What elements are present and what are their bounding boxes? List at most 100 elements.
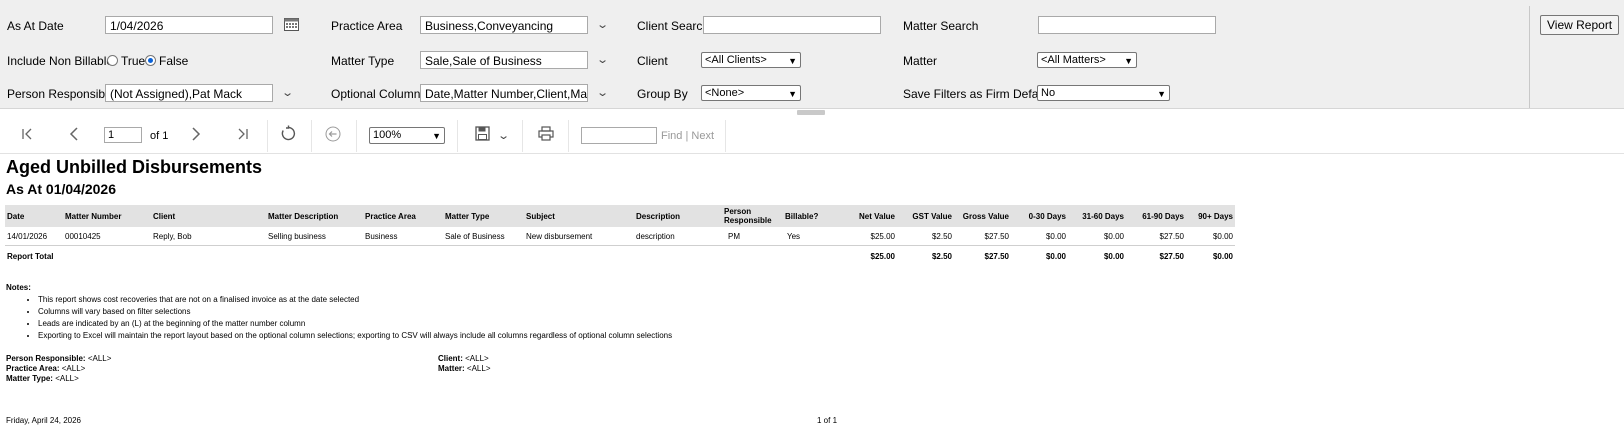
cell-90-plus-days: $0.00 [1212, 231, 1233, 241]
group-by-select[interactable]: <None> ▼ [701, 85, 801, 101]
cell-31-60-days: $0.00 [1103, 231, 1124, 241]
group-by-label: Group By [637, 87, 688, 101]
refresh-icon[interactable] [280, 125, 297, 146]
matter-label: Matter [903, 54, 938, 68]
print-icon[interactable] [538, 126, 554, 145]
cell-client: Reply, Bob [153, 231, 192, 241]
total-61-90-days: $27.50 [1126, 245, 1186, 266]
save-icon[interactable] [475, 126, 490, 145]
matter-select[interactable]: <All Matters> ▼ [1037, 52, 1137, 68]
as-at-date-input[interactable]: 1/04/2026 [105, 16, 273, 34]
col-header: Billable? [783, 205, 841, 227]
practice-area-input[interactable]: Business,Conveyancing [420, 16, 588, 34]
practice-area-chevron-down-icon[interactable]: ⌄ [596, 18, 609, 31]
report-toolbar: 1 of 1 100% ▼ ⌄ Find | Next [0, 117, 1624, 154]
report-footer-page: 1 of 1 [817, 416, 838, 425]
col-header: Net Value [841, 205, 897, 227]
client-search-input[interactable] [703, 16, 881, 34]
toolbar-divider [568, 120, 569, 152]
table-total-row: Report Total $25.00 $2.50 $27.50 $0.00 $… [5, 245, 1235, 266]
save-filters-select[interactable]: No ▼ [1037, 85, 1170, 101]
cell-date: 14/01/2026 [7, 231, 48, 241]
cell-gross-value: $27.50 [984, 231, 1009, 241]
report-table: Date Matter Number Client Matter Descrip… [5, 205, 1235, 266]
first-page-icon[interactable] [21, 127, 35, 145]
client-label: Client [637, 54, 668, 68]
col-header: Matter Number [63, 205, 151, 227]
export-chevron-down-icon[interactable]: ⌄ [497, 129, 510, 142]
col-header: Date [5, 205, 63, 227]
find-separator: | [685, 130, 689, 142]
next-page-icon[interactable] [190, 127, 202, 145]
total-gross-value: $27.50 [954, 245, 1011, 266]
calendar-icon[interactable] [284, 17, 299, 36]
previous-page-icon[interactable] [68, 127, 80, 145]
report-title: Aged Unbilled Disbursements [6, 157, 263, 177]
col-header: Practice Area [363, 205, 443, 227]
filter-panel: As At Date 1/04/2026 Practice Area Busin… [0, 0, 1624, 109]
col-header: GST Value [897, 205, 954, 227]
summary-practice-area-value: <ALL> [61, 364, 86, 373]
filter-summary-right: Client: <ALL> Matter: <ALL> [438, 354, 490, 374]
panel-splitter-handle[interactable] [797, 110, 825, 115]
toolbar-divider [356, 120, 357, 152]
optional-columns-chevron-down-icon[interactable]: ⌄ [596, 86, 609, 99]
find-links: Find | Next [661, 130, 714, 142]
find-link[interactable]: Find [661, 130, 682, 142]
cell-billable: Yes [787, 231, 801, 241]
toolbar-divider [267, 120, 268, 152]
radio-false-label: False [159, 54, 189, 68]
cell-matter-number: 00010425 [65, 231, 101, 241]
col-header: Description [634, 205, 722, 227]
toolbar-divider [311, 120, 312, 152]
back-icon[interactable] [325, 126, 341, 146]
matter-search-input[interactable] [1038, 16, 1216, 34]
col-header: Gross Value [954, 205, 1011, 227]
optional-columns-input[interactable]: Date,Matter Number,Client,Matter [420, 84, 588, 102]
toolbar-divider [457, 120, 458, 152]
table-header-row: Date Matter Number Client Matter Descrip… [5, 205, 1235, 227]
cell-matter-description: Selling business [268, 231, 326, 241]
cell-gst-value: $2.50 [931, 231, 952, 241]
next-link[interactable]: Next [691, 130, 714, 142]
col-header: Subject [524, 205, 634, 227]
save-filters-select-value: No [1041, 87, 1056, 99]
person-responsible-chevron-down-icon[interactable]: ⌄ [281, 86, 294, 99]
summary-person-responsible-value: <ALL> [87, 354, 112, 363]
radio-true[interactable]: True [107, 54, 145, 68]
cell-0-30-days: $0.00 [1045, 231, 1066, 241]
page-number-input[interactable]: 1 [104, 127, 142, 143]
report-notes: Notes: This report shows cost recoveries… [6, 282, 672, 342]
report-total-label: Report Total [5, 245, 841, 266]
total-net-value: $25.00 [841, 245, 897, 266]
col-header: 31-60 Days [1068, 205, 1126, 227]
zoom-select[interactable]: 100% ▼ [369, 127, 445, 144]
include-non-billable-label: Include Non Billable [7, 54, 114, 68]
col-header: 61-90 Days [1126, 205, 1186, 227]
client-select[interactable]: <All Clients> ▼ [701, 52, 801, 68]
find-input[interactable] [581, 127, 657, 144]
radio-false[interactable]: False [145, 54, 188, 68]
cell-practice-area: Business [365, 231, 398, 241]
person-responsible-input[interactable]: (Not Assigned),Pat Mack [105, 84, 273, 102]
optional-columns-label: Optional Columns [331, 87, 427, 101]
chevron-down-icon: ▼ [1157, 89, 1166, 99]
as-at-date-label: As At Date [7, 19, 64, 33]
last-page-icon[interactable] [235, 127, 249, 145]
view-report-button[interactable]: View Report [1540, 15, 1620, 35]
panel-divider [1529, 6, 1530, 108]
matter-type-chevron-down-icon[interactable]: ⌄ [596, 53, 609, 66]
summary-matter-type-label: Matter Type: [6, 374, 53, 383]
note-item: Leads are indicated by an (L) at the beg… [38, 318, 672, 330]
col-header: Client [151, 205, 266, 227]
radio-true-button[interactable] [107, 55, 118, 67]
radio-true-label: True [121, 54, 146, 68]
total-31-60-days: $0.00 [1068, 245, 1126, 266]
radio-false-button[interactable] [145, 55, 156, 67]
col-header: Matter Type [443, 205, 524, 227]
col-header: Matter Description [266, 205, 363, 227]
matter-type-input[interactable]: Sale,Sale of Business [420, 51, 588, 69]
report-footer-date: Friday, April 24, 2026 [6, 416, 82, 425]
cell-61-90-days: $27.50 [1159, 231, 1184, 241]
summary-matter-label: Matter: [438, 364, 465, 373]
